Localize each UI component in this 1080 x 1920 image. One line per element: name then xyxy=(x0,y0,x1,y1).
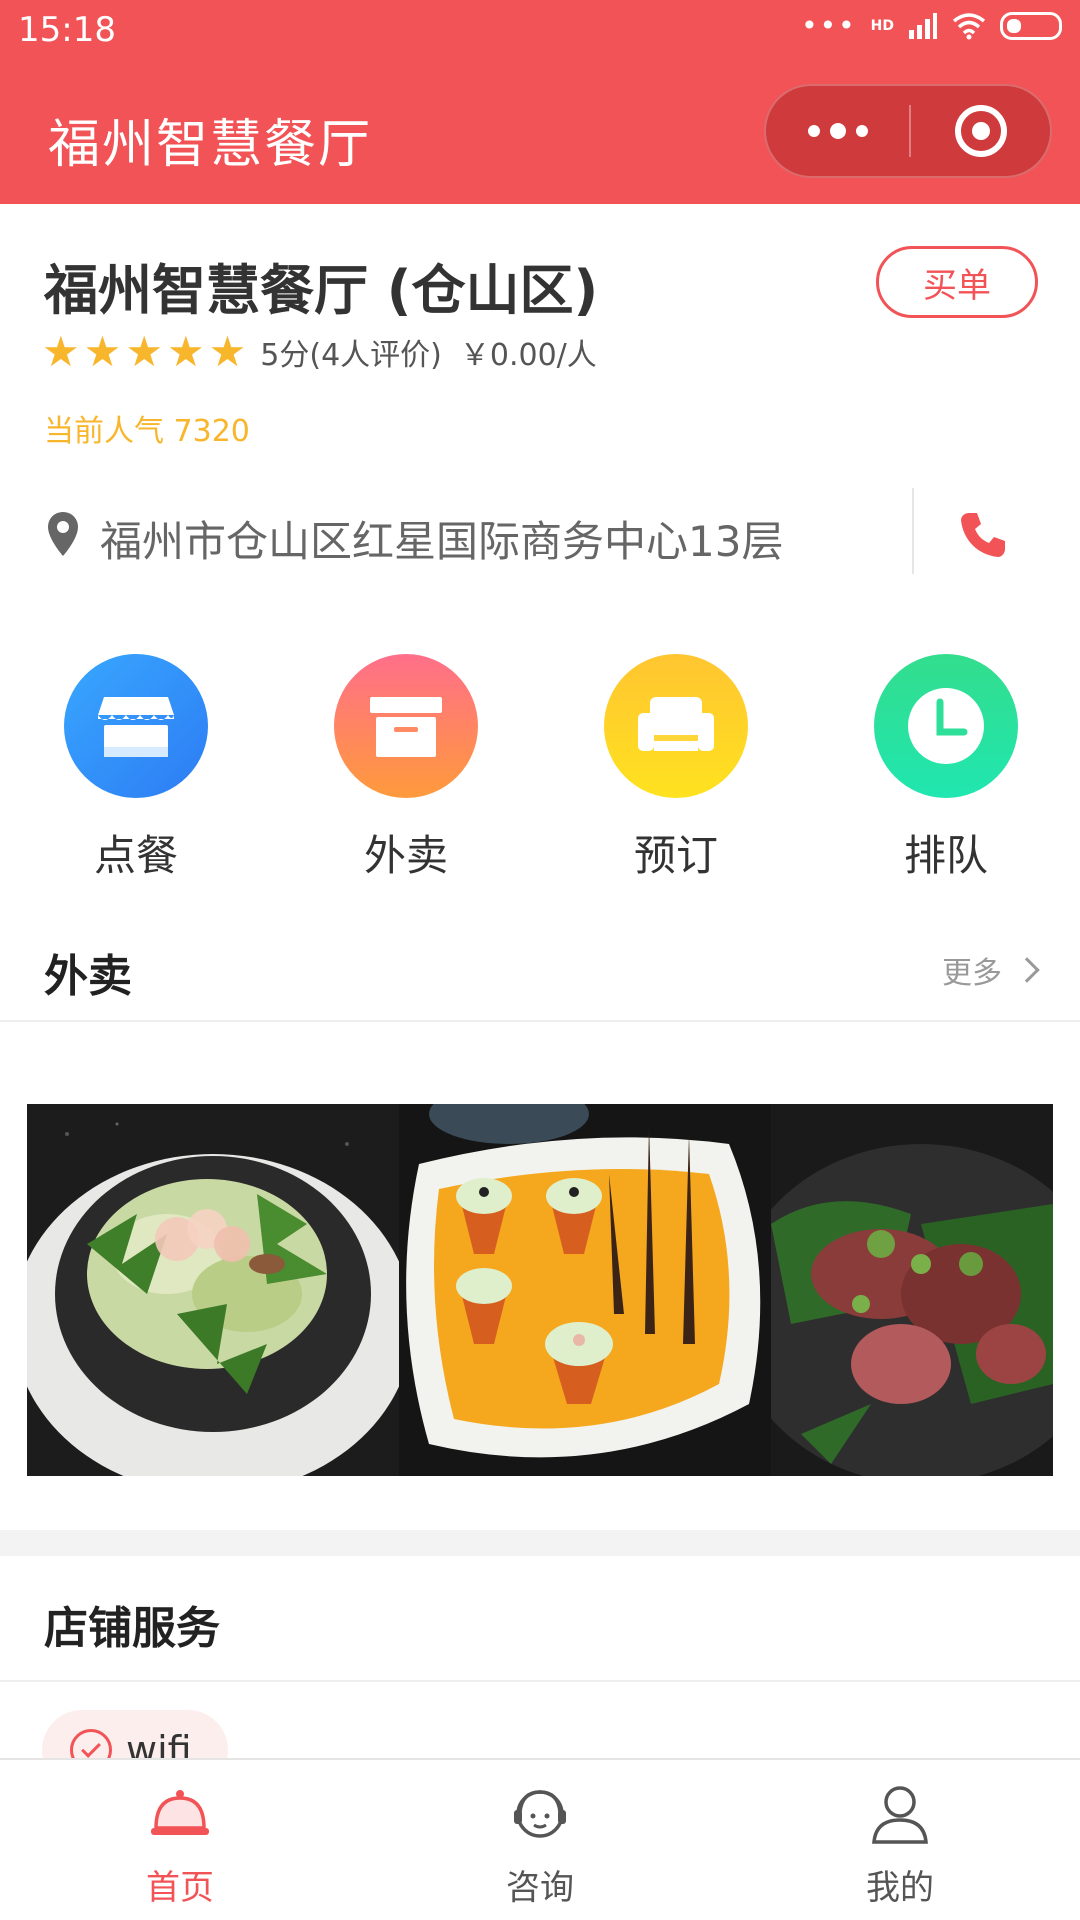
phone-icon[interactable] xyxy=(958,510,1008,560)
network-type-label: HD xyxy=(870,18,894,34)
battery-icon xyxy=(1000,12,1062,40)
pay-button[interactable]: 买单 xyxy=(876,246,1038,318)
steak-dish-photo[interactable] xyxy=(771,1104,1053,1476)
tab-label: 我的 xyxy=(866,1868,934,1908)
star-icon: ★ xyxy=(125,327,163,376)
section-title: 店铺服务 xyxy=(44,1603,220,1654)
shop-icon xyxy=(64,654,208,798)
status-bar: 15:18 ••• HD xyxy=(0,0,1080,60)
tab-bar: 首页 咨询 我的 xyxy=(0,1758,1080,1920)
clock-icon xyxy=(874,654,1018,798)
orange-plate-dish-photo[interactable] xyxy=(399,1104,771,1476)
tab-mine[interactable]: 我的 xyxy=(720,1760,1080,1920)
sofa-icon xyxy=(604,654,748,798)
address-divider xyxy=(912,488,914,574)
more-link[interactable]: 更多 xyxy=(942,948,1040,992)
signal-bars-icon xyxy=(909,13,937,39)
more-dots-icon xyxy=(855,125,868,137)
quick-actions: 点餐 外卖 预订 排队 xyxy=(0,654,1080,884)
user-icon xyxy=(872,1786,928,1844)
store-name: 福州智慧餐厅 (仓山区) xyxy=(44,259,599,322)
action-takeout[interactable]: 外卖 xyxy=(306,654,506,883)
tab-consult[interactable]: 咨询 xyxy=(360,1760,720,1920)
rating-text: 5分(4人评价) xyxy=(260,338,442,373)
star-icon: ★ xyxy=(208,327,247,376)
cloche-icon xyxy=(151,1790,209,1835)
target-icon xyxy=(954,105,1007,157)
section-title: 外卖 xyxy=(44,951,132,1002)
location-pin-icon xyxy=(48,512,78,556)
tab-label: 咨询 xyxy=(506,1868,574,1908)
chevron-right-icon xyxy=(1014,957,1040,983)
status-icons: ••• HD xyxy=(801,12,1062,40)
status-time: 15:18 xyxy=(18,10,116,50)
takeout-photo-strip[interactable] xyxy=(27,1104,1053,1476)
address-row[interactable]: 福州市仓山区红星国际商务中心13层 xyxy=(0,488,1080,588)
star-icon: ★ xyxy=(166,327,205,376)
takeout-section-header: 外卖 更多 xyxy=(0,930,1080,1022)
star-icon: ★ xyxy=(42,327,80,376)
rating-row: ★ ★ ★ ★ ★ 5分(4人评价) ￥0.00/人 xyxy=(42,330,597,374)
action-order[interactable]: 点餐 xyxy=(36,654,236,883)
support-agent-icon xyxy=(514,1790,566,1838)
miniprogram-capsule xyxy=(764,84,1052,178)
wifi-icon xyxy=(952,13,986,40)
more-menu-button[interactable] xyxy=(766,86,909,176)
price-per-person: ￥0.00/人 xyxy=(459,338,597,373)
screen: 15:18 ••• HD 福州智慧餐厅 福州智慧餐厅 (仓山区) 买单 ★ ★ … xyxy=(0,0,1080,1920)
more-dots-icon xyxy=(807,125,820,137)
store-address: 福州市仓山区红星国际商务中心13层 xyxy=(100,517,784,566)
tab-home[interactable]: 首页 xyxy=(0,1760,360,1920)
action-reserve[interactable]: 预订 xyxy=(576,654,776,883)
signal-dots-icon: ••• xyxy=(801,9,857,42)
tab-label: 首页 xyxy=(146,1868,214,1908)
more-dots-icon xyxy=(829,123,846,139)
star-rating: ★ ★ ★ ★ ★ xyxy=(42,331,246,373)
close-miniprogram-button[interactable] xyxy=(911,86,1050,176)
action-label: 点餐 xyxy=(93,831,178,880)
more-label: 更多 xyxy=(942,956,1002,991)
star-icon: ★ xyxy=(83,327,122,376)
action-label: 排队 xyxy=(903,831,988,880)
action-queue[interactable]: 排队 xyxy=(846,654,1046,883)
popularity-text: 当前人气 7320 xyxy=(44,414,250,449)
page-title: 福州智慧餐厅 xyxy=(48,115,373,175)
action-label: 外卖 xyxy=(363,831,448,880)
box-icon xyxy=(334,654,478,798)
salad-dish-photo[interactable] xyxy=(27,1104,399,1476)
navbar: 福州智慧餐厅 xyxy=(0,60,1080,204)
services-section-header: 店铺服务 xyxy=(0,1556,1080,1682)
action-label: 预订 xyxy=(633,831,718,880)
section-gap xyxy=(0,1530,1080,1556)
